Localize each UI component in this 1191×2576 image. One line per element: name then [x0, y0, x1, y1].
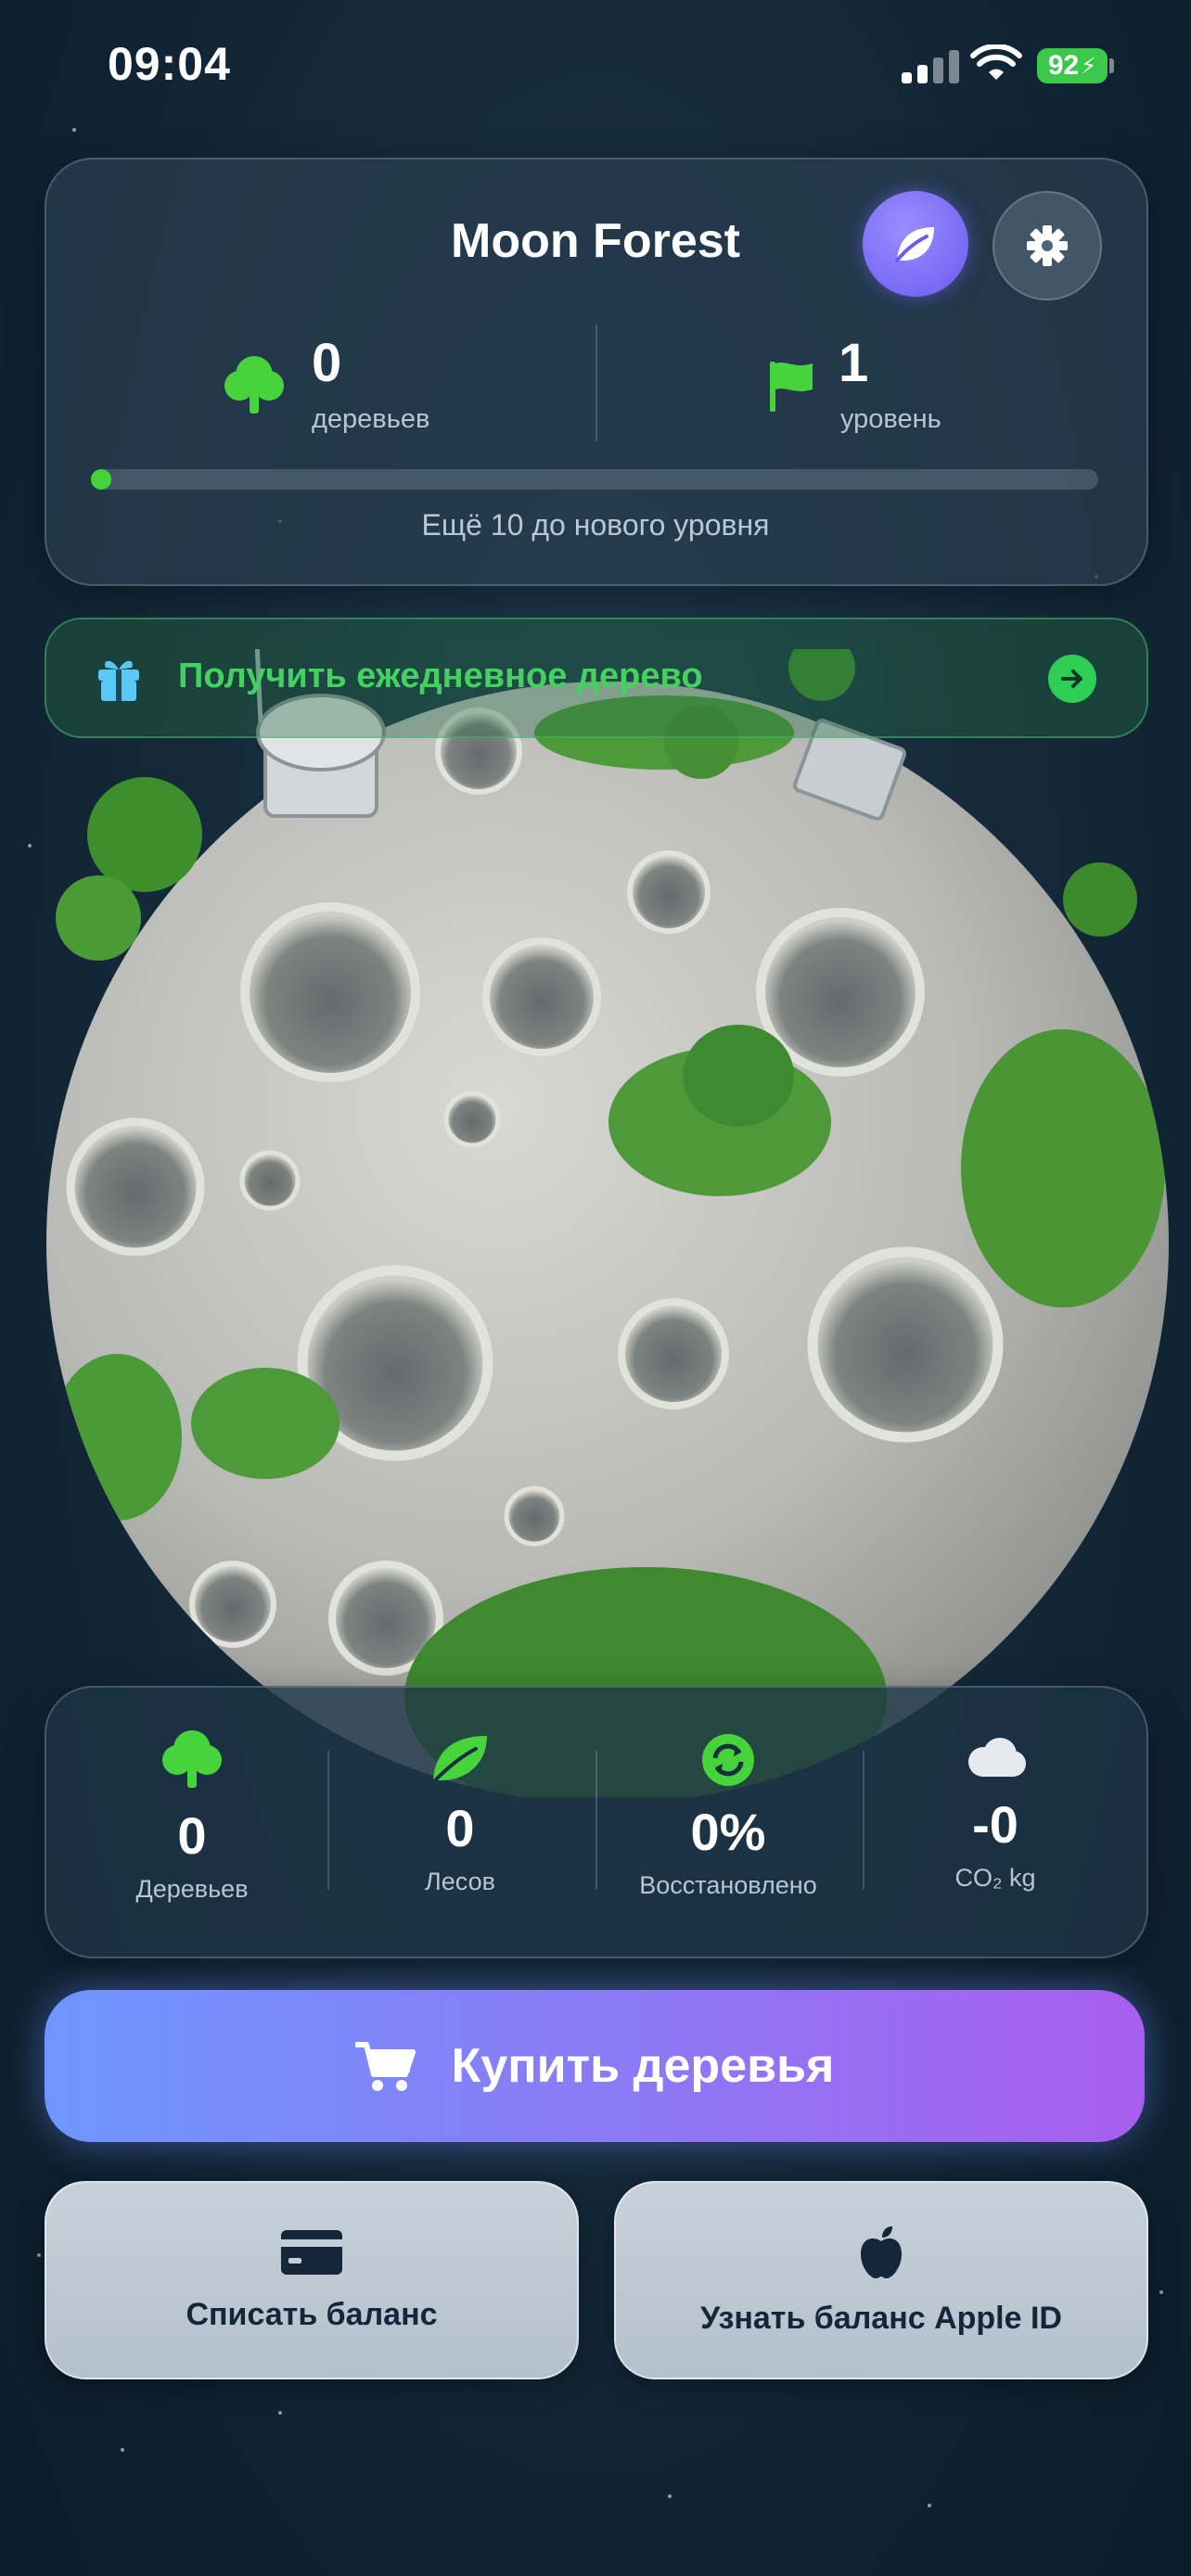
moon-forest-illustration	[46, 649, 1169, 1797]
daily-tree-label: Получить ежедневное дерево	[178, 657, 703, 695]
leaf-icon	[433, 1736, 487, 1782]
stat-divider	[596, 325, 597, 441]
leaf-icon	[895, 227, 934, 262]
status-time: 09:04	[108, 38, 231, 90]
stat-forests: 0 Лесов	[327, 1732, 593, 1896]
gift-icon	[98, 660, 139, 701]
charge-balance-label: Списать баланс	[186, 2296, 438, 2332]
stat-value: 0%	[690, 1803, 766, 1861]
tree-icon	[162, 1730, 222, 1788]
gear-icon	[1027, 225, 1068, 266]
credit-card-icon	[281, 2229, 342, 2275]
charge-balance-button[interactable]: Списать баланс	[45, 2181, 579, 2379]
restore-icon	[702, 1734, 754, 1786]
settings-button[interactable]	[992, 191, 1102, 300]
battery-indicator: 92 ⚡	[1037, 48, 1108, 83]
stat-value: 0	[177, 1806, 207, 1865]
buy-trees-label: Купить деревья	[451, 2039, 835, 2093]
stat-label: CO₂ kg	[954, 1864, 1036, 1892]
trees-count: 0	[312, 333, 342, 393]
arrow-right-icon[interactable]	[1048, 655, 1096, 703]
stat-restored: 0% Восстановлено	[596, 1732, 861, 1900]
eco-mode-button[interactable]	[863, 191, 968, 297]
stat-label: Восстановлено	[639, 1871, 817, 1899]
level-progress-text: Ещё 10 до нового уровня	[421, 508, 770, 542]
level-value: 1	[839, 333, 869, 393]
wifi-icon	[970, 45, 1022, 80]
stat-label: Деревьев	[135, 1875, 249, 1903]
battery-cap	[1109, 58, 1114, 73]
buy-trees-button[interactable]: Купить деревья	[45, 1990, 1145, 2142]
tree-icon	[224, 356, 284, 414]
cellular-signal-icon	[902, 50, 959, 83]
apple-icon	[861, 2225, 902, 2278]
cloud-icon	[968, 1738, 1026, 1777]
trees-count-label: деревьев	[312, 404, 430, 434]
stat-value: 0	[445, 1799, 475, 1857]
level-progress-fill	[91, 469, 111, 490]
level-progress-bar	[91, 469, 1098, 490]
apple-id-balance-label: Узнать баланс Apple ID	[699, 2300, 1062, 2336]
stat-value: -0	[972, 1795, 1018, 1854]
stat-label: Лесов	[425, 1868, 495, 1895]
cart-icon	[354, 2042, 416, 2091]
apple-id-balance-button[interactable]: Узнать баланс Apple ID	[614, 2181, 1148, 2379]
flag-icon	[770, 362, 813, 412]
level-label: уровень	[840, 404, 941, 434]
stat-trees: 0 Деревьев	[59, 1725, 325, 1904]
stat-co2: -0 CO₂ kg	[863, 1734, 1128, 1893]
